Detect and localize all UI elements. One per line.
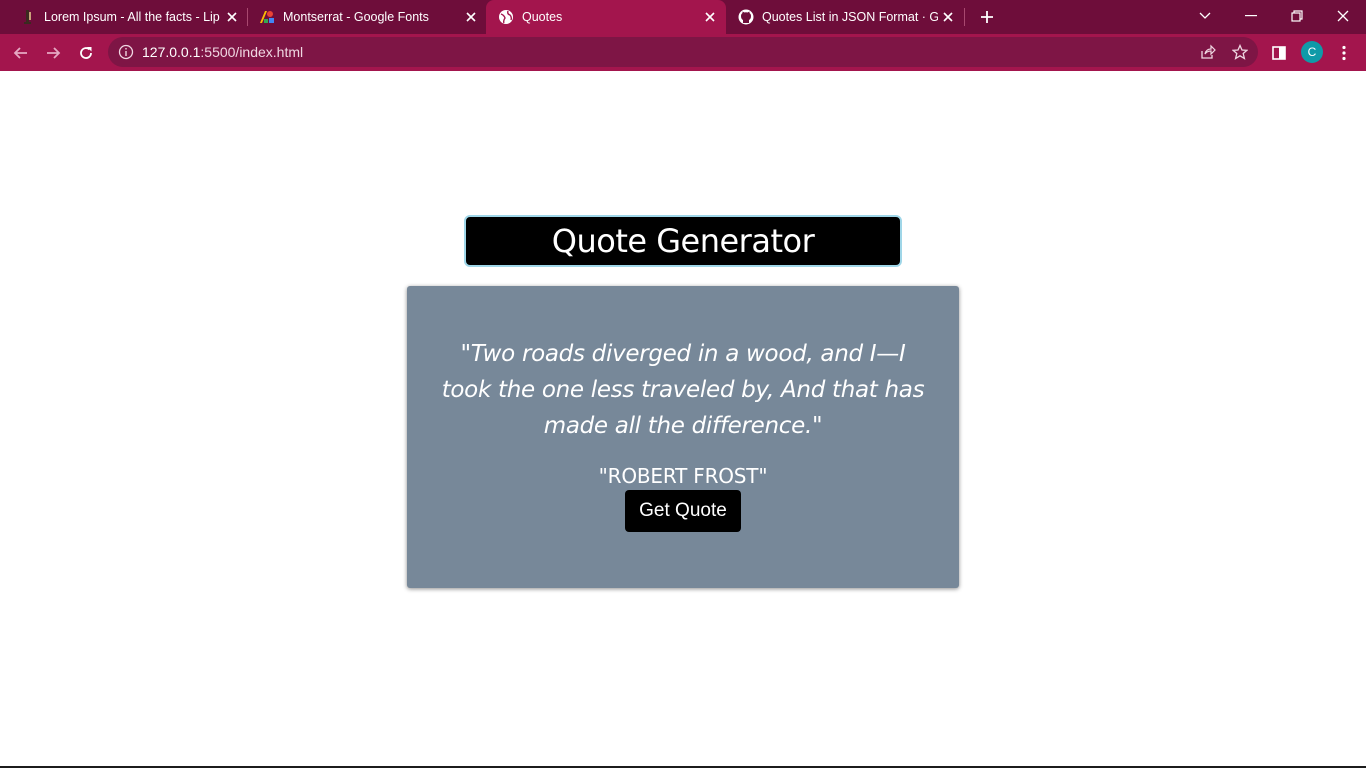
minimize-button[interactable] [1228, 0, 1274, 32]
close-icon[interactable] [702, 9, 718, 25]
globe-icon [498, 9, 514, 25]
lipsum-icon [20, 9, 36, 25]
heading-box: Quote Generator [464, 215, 902, 267]
tab-title: Quotes List in JSON Format · Git [762, 10, 938, 24]
share-icon[interactable] [1200, 44, 1216, 60]
tab-separator [964, 8, 965, 26]
reload-icon [80, 47, 92, 59]
close-icon[interactable] [463, 9, 479, 25]
close-icon[interactable] [224, 9, 240, 25]
get-quote-button[interactable]: Get Quote [625, 490, 741, 532]
github-icon [738, 9, 754, 25]
tab-search-button[interactable] [1182, 0, 1228, 32]
star-icon[interactable] [1231, 43, 1249, 60]
tab-title: Quotes [522, 10, 563, 24]
google-fonts-icon [259, 9, 275, 25]
back-button[interactable] [8, 40, 34, 66]
browser-toolbar: 127.0.0.1:5500/index.html C [0, 34, 1366, 71]
close-window-button[interactable] [1320, 0, 1366, 32]
new-tab-button[interactable] [976, 6, 998, 28]
chevron-down-icon [1199, 12, 1211, 19]
info-icon[interactable] [118, 44, 134, 60]
page-content: Quote Generator "Two roads diverged in a… [0, 71, 1366, 766]
quote-author: "ROBERT FROST" [598, 464, 768, 488]
quote-card: "Two roads diverged in a wood, and I—I t… [407, 286, 959, 588]
tab-title: Montserrat - Google Fonts [283, 10, 429, 24]
restore-icon [1291, 10, 1303, 22]
quote-text: "Two roads diverged in a wood, and I—I t… [441, 341, 925, 439]
tab-google-fonts[interactable]: Montserrat - Google Fonts [247, 0, 485, 34]
page-title: Quote Generator [551, 222, 815, 260]
tab-strip: Lorem Ipsum - All the facts - Lips Monts… [0, 0, 1366, 34]
tab-quotes[interactable]: Quotes [486, 0, 726, 34]
address-bar[interactable]: 127.0.0.1:5500/index.html [108, 37, 1258, 67]
tab-lorem-ipsum[interactable]: Lorem Ipsum - All the facts - Lips [8, 0, 246, 34]
url-path: :5500/index.html [200, 44, 304, 60]
side-panel-icon [1272, 46, 1286, 60]
url-text[interactable]: 127.0.0.1:5500/index.html [142, 37, 303, 67]
tab-github-quotes[interactable]: Quotes List in JSON Format · Git [726, 0, 964, 34]
arrow-right-icon [47, 47, 61, 59]
more-vert-icon [1342, 45, 1346, 61]
url-host: 127.0.0.1 [142, 44, 201, 60]
tab-title: Lorem Ipsum - All the facts - Lips [44, 10, 220, 24]
profile-avatar[interactable]: C [1301, 41, 1323, 63]
reload-button[interactable] [73, 40, 99, 66]
menu-button[interactable] [1331, 40, 1357, 66]
restore-button[interactable] [1274, 0, 1320, 32]
close-icon [1337, 10, 1349, 22]
forward-button[interactable] [40, 40, 66, 66]
minimize-icon [1245, 15, 1257, 17]
side-panel-button[interactable] [1266, 40, 1292, 66]
close-icon[interactable] [940, 9, 956, 25]
arrow-left-icon [13, 47, 27, 59]
